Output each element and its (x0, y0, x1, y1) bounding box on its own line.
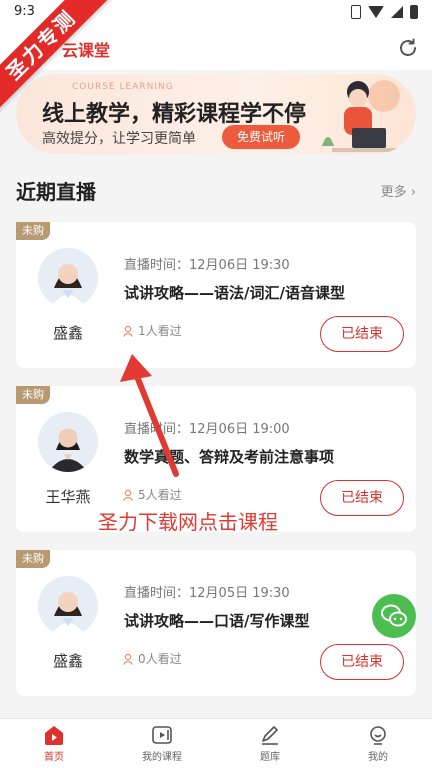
teacher-avatar-icon (50, 264, 86, 308)
unpurchased-tag: 未购 (16, 222, 50, 240)
live-course-card[interactable]: 未购 盛鑫 直播时间：12月05日 19:30 试讲攻略——口语/写作课型 0人… (16, 550, 416, 696)
ended-button[interactable]: 已结束 (320, 316, 404, 352)
video-icon (152, 726, 172, 744)
teacher-illustration-icon (322, 80, 402, 152)
vibrate-icon (351, 5, 361, 19)
course-title: 试讲攻略——口语/写作课型 (124, 612, 310, 630)
teacher-name: 盛鑫 (52, 324, 83, 342)
ended-button[interactable]: 已结束 (320, 644, 404, 680)
pencil-icon (262, 726, 278, 745)
teacher-avatar (38, 576, 98, 636)
live-course-card[interactable]: 未购 盛鑫 直播时间：12月06日 19:30 试讲攻略——语法/词汇/语音课型… (16, 222, 416, 368)
banner-headline: 线上教学，精彩课程学不停 (42, 102, 307, 127)
app-title: 云课堂 (62, 41, 111, 60)
wechat-float-button[interactable] (372, 594, 416, 638)
battery-icon (410, 5, 418, 19)
promo-banner[interactable]: COURSE LEARNING 线上教学，精彩课程学不停 高效提分，让学习更简单… (16, 74, 416, 154)
user-icon (370, 726, 386, 745)
tab-my-courses-label: 我的课程 (142, 752, 182, 763)
viewer-count: 5人看过 (122, 486, 182, 503)
teacher-avatar-icon (48, 428, 88, 472)
viewer-count-text: 5人看过 (138, 488, 182, 502)
teacher-name: 王华燕 (45, 488, 91, 506)
tab-me-label: 我的 (368, 752, 388, 763)
wifi-icon (368, 6, 384, 18)
viewer-count-text: 0人看过 (138, 652, 182, 666)
section-title: 近期直播 (16, 180, 96, 204)
banner-sub-en: COURSE LEARNING (72, 82, 174, 92)
unpurchased-tag: 未购 (16, 550, 50, 568)
teacher-avatar (38, 412, 98, 472)
teacher-avatar (38, 248, 98, 308)
status-icons (351, 5, 418, 19)
tab-question-bank-label: 题库 (260, 752, 280, 763)
user-icon (123, 653, 133, 665)
signal-icon (391, 6, 403, 18)
teacher-avatar-icon (50, 592, 86, 636)
tab-home[interactable]: 首页 (0, 719, 108, 768)
ended-button[interactable]: 已结束 (320, 480, 404, 516)
wechat-icon (381, 604, 407, 627)
refresh-icon[interactable] (396, 36, 420, 60)
status-time: 9:3 (14, 4, 35, 19)
tab-me[interactable]: 我的 (324, 719, 432, 768)
viewer-count: 1人看过 (122, 322, 182, 339)
tab-my-courses[interactable]: 我的课程 (108, 719, 216, 768)
home-play-icon (45, 726, 63, 745)
unpurchased-tag: 未购 (16, 386, 50, 404)
tab-question-bank[interactable]: 题库 (216, 719, 324, 768)
more-link[interactable]: 更多 › (381, 181, 416, 200)
bottom-tab-bar: 首页 我的课程 题库 我的 (0, 718, 432, 768)
live-time: 直播时间：12月05日 19:30 (124, 586, 290, 601)
course-title: 试讲攻略——语法/词汇/语音课型 (124, 284, 345, 302)
banner-tagline: 高效提分，让学习更简单 (42, 131, 196, 147)
user-icon (123, 489, 133, 501)
viewer-count-text: 1人看过 (138, 324, 182, 338)
live-time: 直播时间：12月06日 19:30 (124, 258, 290, 273)
overlay-caption: 圣力下载网点击课程 (98, 510, 278, 534)
tab-home-label: 首页 (44, 752, 64, 763)
annotation-arrow-icon (120, 354, 179, 477)
recent-live-section-header: 近期直播 更多 › (16, 176, 416, 204)
free-trial-button[interactable]: 免费试听 (222, 125, 300, 149)
user-icon (123, 325, 133, 337)
teacher-name: 盛鑫 (52, 652, 83, 670)
viewer-count: 0人看过 (122, 650, 182, 667)
